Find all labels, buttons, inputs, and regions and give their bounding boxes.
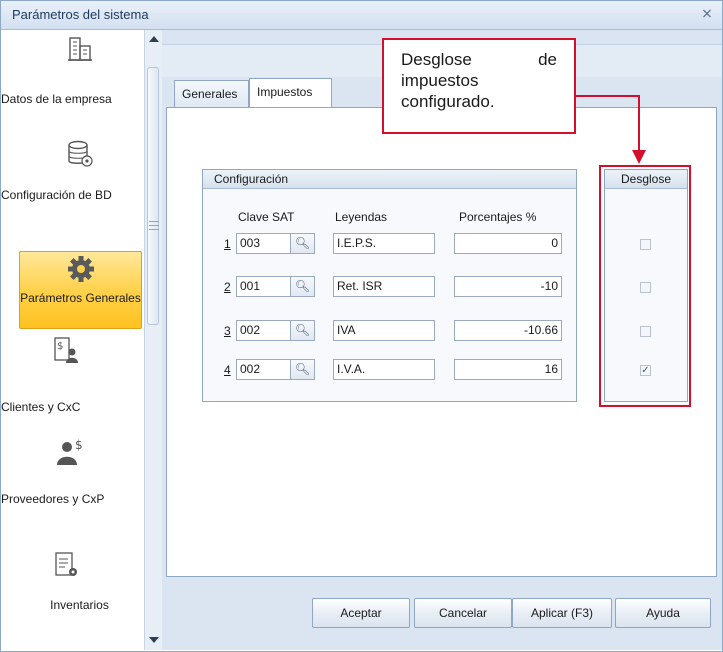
sidebar-item-configuracion-bd[interactable]: Configuración de BD xyxy=(1,134,140,212)
clave-sat-input[interactable]: 001 xyxy=(236,276,291,297)
clave-sat-input[interactable]: 003 xyxy=(236,233,291,254)
sidebar-item-label: Configuración de BD xyxy=(1,188,112,202)
desglose-highlight xyxy=(599,165,691,407)
clave-sat-input[interactable]: 002 xyxy=(236,320,291,341)
inventory-icon xyxy=(55,552,77,576)
aceptar-button[interactable]: Aceptar xyxy=(312,598,410,628)
leyenda-input[interactable]: IVA xyxy=(333,320,435,341)
window-title: Parámetros del sistema xyxy=(12,7,149,22)
lookup-icon[interactable]: 🔍︎ xyxy=(291,359,315,380)
sidebar-item-label: Datos de la empresa xyxy=(1,92,112,106)
callout-connector xyxy=(638,95,640,151)
col-clave-sat: Clave SAT xyxy=(238,210,295,224)
title-bar: Parámetros del sistema ⨯ xyxy=(1,1,722,30)
scroll-thumb[interactable] xyxy=(147,67,159,325)
sidebar-item-label: Inventarios xyxy=(50,598,109,612)
row-number: 2 xyxy=(224,280,231,294)
sidebar-scrollbar[interactable] xyxy=(144,30,162,650)
tab-impuestos[interactable]: Impuestos xyxy=(249,78,332,107)
close-icon[interactable]: ⨯ xyxy=(700,6,714,20)
tab-generales[interactable]: Generales xyxy=(174,80,249,107)
leyenda-input[interactable]: Ret. ISR xyxy=(333,276,435,297)
callout-line: configurado. xyxy=(401,92,495,111)
clients-money-icon: $ xyxy=(54,337,78,363)
row-number: 3 xyxy=(224,324,231,338)
cancelar-button[interactable]: Cancelar xyxy=(414,598,512,628)
sidebar-item-datos-empresa[interactable]: Datos de la empresa xyxy=(1,34,140,112)
arrow-down-icon xyxy=(632,150,646,164)
scroll-down-icon[interactable] xyxy=(149,637,159,643)
sidebar: Datos de la empresa Configuración de BD xyxy=(1,30,145,650)
row-number: 4 xyxy=(224,363,231,377)
aplicar-button[interactable]: Aplicar (F3) xyxy=(512,598,612,628)
building-icon xyxy=(67,37,92,61)
porcentaje-input[interactable]: -10.66 xyxy=(454,320,562,341)
database-icon xyxy=(67,140,93,167)
sidebar-item-clientes-cxc[interactable]: $ Clientes y CxC xyxy=(1,335,140,415)
leyenda-input[interactable]: I.V.A. xyxy=(333,359,435,380)
svg-text:$: $ xyxy=(75,438,83,452)
porcentaje-input[interactable]: -10 xyxy=(454,276,562,297)
group-title: Configuración xyxy=(214,172,289,186)
leyenda-input[interactable]: I.E.P.S. xyxy=(333,233,435,254)
scroll-up-icon[interactable] xyxy=(149,36,159,42)
porcentaje-input[interactable]: 0 xyxy=(454,233,562,254)
sidebar-item-parametros-generales[interactable]: Parámetros Generales xyxy=(19,251,142,329)
clave-sat-input[interactable]: 002 xyxy=(236,359,291,380)
col-leyendas: Leyendas xyxy=(335,210,388,224)
sidebar-item-inventarios[interactable]: Inventarios xyxy=(19,542,140,622)
configuracion-group: Configuración Clave SAT Leyendas Porcent… xyxy=(202,169,577,402)
sidebar-item-label: Parámetros Generales xyxy=(20,291,141,305)
svg-text:$: $ xyxy=(57,341,63,352)
gear-icon xyxy=(67,256,94,282)
col-porcentajes: Porcentajes % xyxy=(459,210,537,224)
callout-line: impuestos xyxy=(401,71,479,90)
lookup-icon[interactable]: 🔍︎ xyxy=(291,233,315,254)
grip-icon xyxy=(149,221,159,230)
callout-connector xyxy=(576,95,640,97)
lookup-icon[interactable]: 🔍︎ xyxy=(291,320,315,341)
sidebar-item-label: Proveedores y CxP xyxy=(1,492,105,506)
annotation-callout: Desglose de impuestos configurado. xyxy=(382,38,576,134)
configuracion-header: Configuración xyxy=(203,170,576,189)
lookup-icon[interactable]: 🔍︎ xyxy=(291,276,315,297)
porcentaje-input[interactable]: 16 xyxy=(454,359,562,380)
supplier-icon: $ xyxy=(57,438,83,465)
sidebar-item-proveedores-cxp[interactable]: $ Proveedores y CxP xyxy=(1,437,140,517)
callout-line: Desglose de xyxy=(401,50,557,69)
parametros-window: Parámetros del sistema ⨯ Datos de la emp… xyxy=(0,0,723,652)
sidebar-item-label: Clientes y CxC xyxy=(1,400,81,414)
ayuda-button[interactable]: Ayuda xyxy=(615,598,711,628)
row-number: 1 xyxy=(224,237,231,251)
